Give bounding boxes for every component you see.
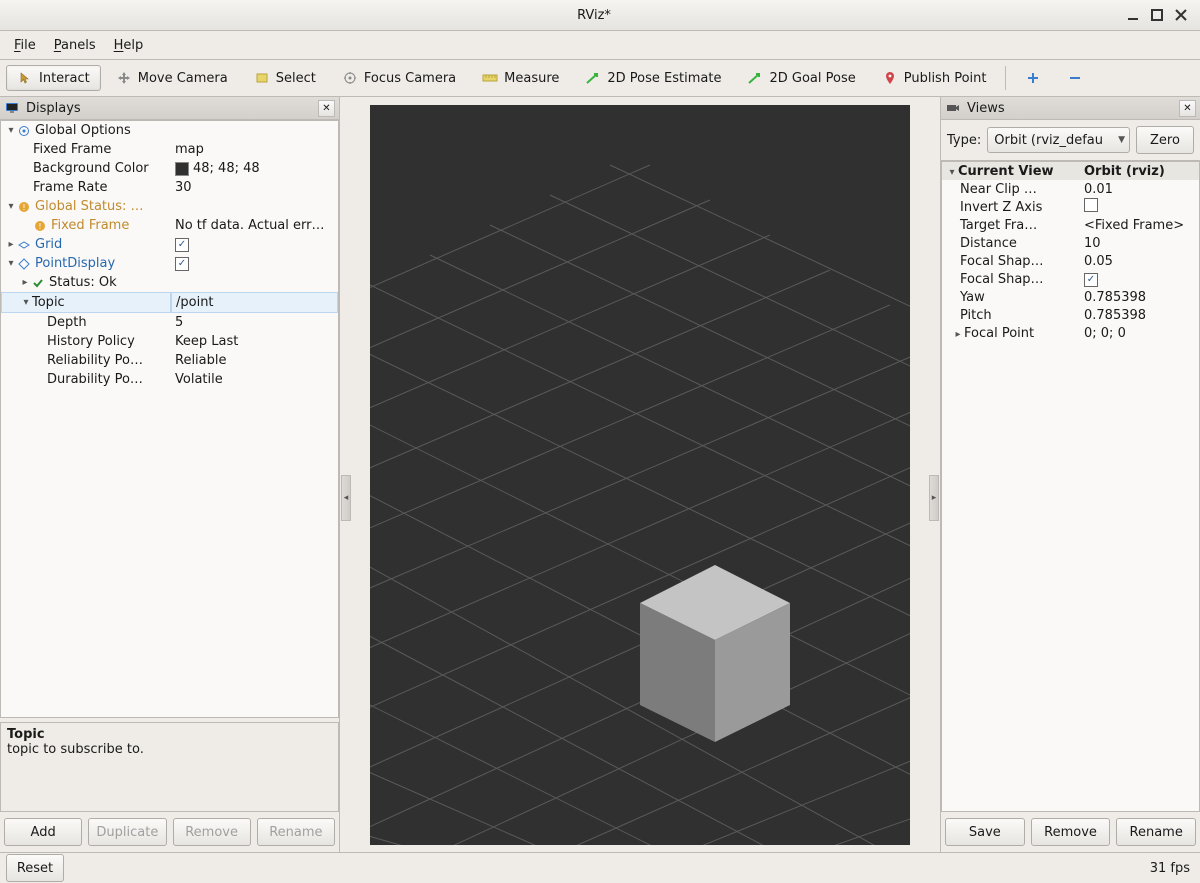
warning-icon: ! [17, 200, 31, 214]
value-bg-color[interactable]: 48; 48; 48 [171, 159, 338, 178]
pointer-icon [17, 70, 33, 86]
diamond-icon [17, 257, 31, 271]
fps-label: 31 fps [1150, 861, 1190, 876]
minimize-icon[interactable] [1126, 8, 1140, 22]
views-button-row: Save Remove Rename [941, 812, 1200, 852]
displays-tree[interactable]: ▾Global Options Fixed Frame Background C… [0, 120, 339, 718]
add-button[interactable]: Add [4, 818, 82, 846]
displays-icon [4, 100, 20, 116]
tool-measure[interactable]: Measure [471, 65, 570, 91]
pin-icon [882, 70, 898, 86]
menu-file[interactable]: File [6, 34, 44, 57]
tree-row-topic[interactable]: ▾Topic [1, 292, 171, 313]
splitter-left[interactable]: ◂ [341, 475, 351, 521]
description-box: Topic topic to subscribe to. [0, 722, 339, 812]
views-type-row: Type: Orbit (rviz_defau ▼ Zero [941, 120, 1200, 161]
chevron-down-icon: ▼ [1118, 135, 1125, 145]
viewport-3d[interactable] [370, 105, 910, 845]
duplicate-button[interactable]: Duplicate [88, 818, 166, 846]
value-yaw[interactable]: 0.785398 [1080, 290, 1199, 305]
value-global-status-err: No tf data. Actual err… [171, 216, 338, 235]
check-icon [31, 276, 45, 290]
gear-icon [17, 124, 31, 138]
views-panel: Views ✕ Type: Orbit (rviz_defau ▼ Zero ▾… [940, 97, 1200, 852]
window-title: RViz* [396, 8, 792, 23]
main-area: Displays ✕ ▾Global Options Fixed Frame B… [0, 97, 1200, 852]
value-fixed-frame[interactable]: map [171, 140, 338, 159]
arrow-green-icon [585, 70, 601, 86]
tool-remove[interactable] [1056, 65, 1094, 91]
value-focal-shape-size[interactable]: 0.05 [1080, 254, 1199, 269]
plus-icon [1025, 70, 1041, 86]
value-distance[interactable]: 10 [1080, 236, 1199, 251]
svg-text:!: ! [38, 222, 41, 231]
close-panel-icon[interactable]: ✕ [318, 100, 335, 117]
value-focal-shape-fixed[interactable]: ✓ [1080, 271, 1199, 287]
views-panel-header[interactable]: Views ✕ [941, 97, 1200, 120]
value-invert-z[interactable] [1080, 198, 1199, 216]
value-focal-point[interactable]: 0; 0; 0 [1080, 326, 1199, 341]
svg-text:!: ! [22, 203, 25, 212]
color-chip [175, 162, 189, 176]
warning-icon: ! [33, 219, 47, 233]
tool-publish-point[interactable]: Publish Point [871, 65, 998, 91]
splitter-right[interactable]: ▸ [929, 475, 939, 521]
value-target-frame[interactable]: <Fixed Frame> [1080, 218, 1199, 233]
value-near-clip[interactable]: 0.01 [1080, 182, 1199, 197]
value-grid-checkbox[interactable]: ✓ [171, 235, 338, 254]
value-pitch[interactable]: 0.785398 [1080, 308, 1199, 323]
close-panel-icon[interactable]: ✕ [1179, 100, 1196, 117]
rename-button[interactable]: Rename [257, 818, 335, 846]
menu-bar: File Panels Help [0, 31, 1200, 60]
value-durability[interactable]: Volatile [171, 370, 338, 389]
tool-add[interactable] [1014, 65, 1052, 91]
tool-2d-goal-pose[interactable]: 2D Goal Pose [736, 65, 866, 91]
grid-icon [17, 238, 31, 252]
minus-icon [1067, 70, 1083, 86]
toolbar: Interact Move Camera Select Focus Camera… [0, 60, 1200, 97]
remove-button[interactable]: Remove [173, 818, 251, 846]
tool-move-camera[interactable]: Move Camera [105, 65, 239, 91]
focus-camera-icon [342, 70, 358, 86]
tool-focus-camera[interactable]: Focus Camera [331, 65, 467, 91]
value-history[interactable]: Keep Last [171, 332, 338, 351]
title-bar[interactable]: RViz* [0, 0, 1200, 31]
camera-icon [945, 100, 961, 116]
value-topic[interactable]: /point [171, 292, 338, 313]
displays-button-row: Add Duplicate Remove Rename [0, 812, 339, 852]
value-reliability[interactable]: Reliable [171, 351, 338, 370]
menu-panels[interactable]: Panels [46, 34, 104, 57]
tool-select[interactable]: Select [243, 65, 327, 91]
maximize-icon[interactable] [1150, 8, 1164, 22]
views-rename-button[interactable]: Rename [1116, 818, 1196, 846]
select-icon [254, 70, 270, 86]
tool-interact[interactable]: Interact [6, 65, 101, 91]
value-pointdisplay-checkbox[interactable]: ✓ [171, 254, 338, 273]
zero-button[interactable]: Zero [1136, 126, 1194, 154]
reset-button[interactable]: Reset [6, 854, 64, 882]
arrow-green-icon [747, 70, 763, 86]
move-camera-icon [116, 70, 132, 86]
status-bar: Reset 31 fps [0, 852, 1200, 883]
menu-help[interactable]: Help [106, 34, 152, 57]
tool-2d-pose-estimate[interactable]: 2D Pose Estimate [574, 65, 732, 91]
displays-panel: Displays ✕ ▾Global Options Fixed Frame B… [0, 97, 340, 852]
value-frame-rate[interactable]: 30 [171, 178, 338, 197]
view-type-combo[interactable]: Orbit (rviz_defau ▼ [987, 127, 1130, 153]
value-depth[interactable]: 5 [171, 313, 338, 332]
displays-panel-header[interactable]: Displays ✕ [0, 97, 339, 120]
views-tree[interactable]: ▾Current View Orbit (rviz) Near Clip …0.… [941, 161, 1200, 812]
views-save-button[interactable]: Save [945, 818, 1025, 846]
viewport-container: ◂ ▸ [340, 97, 940, 852]
ruler-icon [482, 70, 498, 86]
app-window: RViz* File Panels Help Interact Move Cam… [0, 0, 1200, 883]
close-icon[interactable] [1174, 8, 1188, 22]
views-remove-button[interactable]: Remove [1031, 818, 1111, 846]
